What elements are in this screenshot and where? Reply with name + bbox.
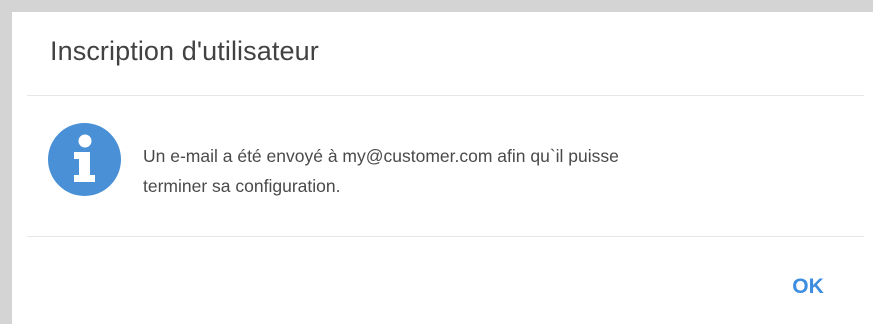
- info-icon: [48, 123, 121, 196]
- dialog-title: Inscription d'utilisateur: [50, 36, 319, 66]
- header-divider: [27, 95, 864, 96]
- user-registration-dialog: Inscription d'utilisateur Un e-mail a ét…: [12, 12, 873, 324]
- footer-divider: [27, 236, 864, 237]
- dialog-message: Un e-mail a été envoyé à my@customer.com…: [143, 141, 743, 201]
- message-line-2: terminer sa configuration.: [143, 176, 341, 196]
- message-line-1: Un e-mail a été envoyé à my@customer.com…: [143, 146, 619, 166]
- ok-button[interactable]: OK: [772, 267, 844, 307]
